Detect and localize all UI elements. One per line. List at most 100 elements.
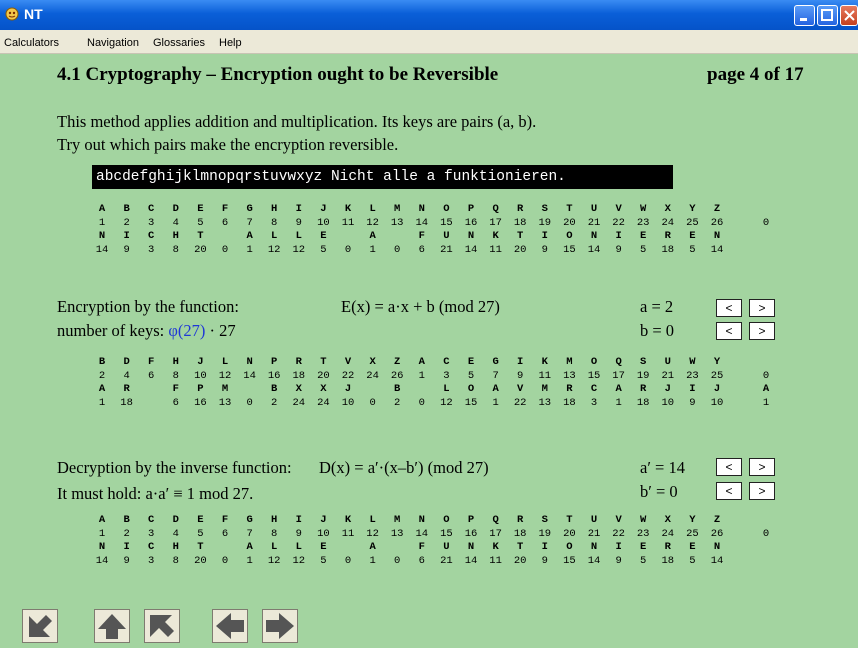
close-button[interactable]: [840, 5, 858, 26]
number-cell: 14: [710, 243, 724, 256]
number-cell: 14: [710, 554, 724, 567]
letter-cell: Y: [713, 356, 721, 368]
letter-cell: B: [123, 514, 130, 526]
letter-cell: M: [541, 383, 548, 395]
number-cell: 24: [661, 527, 675, 540]
number-cell: 5: [689, 554, 696, 567]
letter-cell: B: [98, 356, 106, 368]
nav-start-button[interactable]: [22, 609, 58, 643]
number-cell: 2: [271, 396, 278, 409]
number-cell: 18: [563, 396, 576, 409]
number-cell: 11: [341, 527, 355, 540]
number-cell: 6: [418, 554, 425, 567]
number-cell: 26: [710, 527, 724, 540]
nav-next-button[interactable]: [262, 609, 298, 643]
b-increment-button[interactable]: >: [749, 322, 775, 340]
number-cell: 20: [563, 527, 576, 540]
number-cell: 23: [636, 527, 650, 540]
a-decrement-button[interactable]: <: [716, 299, 742, 317]
number-cell: 9: [541, 554, 548, 567]
number-cell: 18: [513, 216, 527, 229]
number-cell: 11: [489, 554, 502, 567]
number-cell: 5: [197, 527, 204, 540]
number-cell: 1: [98, 216, 106, 229]
number-cell: 8: [172, 369, 179, 382]
menu-calculators[interactable]: Calculators: [4, 37, 59, 49]
letter-cell: R: [517, 514, 524, 526]
menu-glossaries[interactable]: Glossaries: [153, 37, 205, 49]
letter-cell: H: [271, 203, 278, 215]
a-inverse-increment-button[interactable]: >: [749, 458, 775, 476]
letter-cell: N: [467, 541, 475, 553]
letter-cell: O: [566, 541, 573, 553]
number-cell: 9: [123, 554, 130, 567]
number-cell: 15: [440, 216, 453, 229]
letter-cell: Q: [492, 203, 499, 215]
menu-help[interactable]: Help: [219, 37, 242, 49]
number-cell: 0: [344, 243, 352, 256]
letter-cell: A: [762, 383, 770, 395]
number-cell: 5: [197, 216, 204, 229]
letter-cell: P: [467, 203, 475, 215]
b-decrement-button[interactable]: <: [716, 322, 742, 340]
letter-cell: A: [246, 230, 253, 242]
menu-bar: Calculators Navigation Glossaries Help: [0, 30, 858, 54]
number-cell: 17: [489, 527, 502, 540]
letter-cell: J: [344, 383, 352, 395]
letter-cell: M: [221, 383, 229, 395]
nav-previous-button[interactable]: [212, 609, 248, 643]
number-cell: 19: [538, 216, 552, 229]
number-cell: 10: [710, 396, 724, 409]
letter-cell: L: [271, 230, 278, 242]
number-cell: 1: [98, 396, 106, 409]
letter-cell: L: [295, 541, 302, 553]
letter-cell: O: [467, 383, 475, 395]
minimize-button[interactable]: [794, 5, 815, 26]
number-cell: 14: [587, 243, 601, 256]
number-cell: 10: [341, 396, 355, 409]
letter-cell: S: [640, 356, 647, 368]
letter-cell: E: [467, 356, 475, 368]
number-cell: 8: [172, 554, 179, 567]
letter-cell: A: [492, 383, 499, 395]
letter-cell: P: [271, 356, 278, 368]
letter-cell: V: [615, 514, 622, 526]
maximize-button[interactable]: [817, 5, 838, 26]
number-cell: 22: [612, 527, 625, 540]
letter-cell: X: [369, 356, 376, 368]
a-increment-button[interactable]: >: [749, 299, 775, 317]
letter-cell: E: [197, 203, 204, 215]
number-cell: 2: [98, 369, 106, 382]
number-cell: 25: [686, 216, 699, 229]
number-cell: 21: [661, 369, 675, 382]
phi-link[interactable]: φ(27): [168, 321, 205, 340]
key-b-value: b = 0: [640, 321, 675, 340]
letter-cell: I: [615, 541, 622, 553]
window-title: NT: [24, 6, 43, 22]
b-inverse-decrement-button[interactable]: <: [716, 482, 742, 500]
letter-cell: E: [689, 541, 696, 553]
letter-cell: I: [541, 230, 548, 242]
number-cell: 24: [366, 369, 379, 382]
number-cell: 20: [194, 243, 207, 256]
number-cell: 18: [292, 369, 306, 382]
nav-up-button[interactable]: [94, 609, 130, 643]
menu-navigation[interactable]: Navigation: [87, 37, 139, 49]
number-cell: 6: [221, 527, 229, 540]
number-cell: 11: [538, 369, 552, 382]
number-cell: 9: [615, 243, 622, 256]
number-cell: 11: [489, 243, 502, 256]
b-inverse-increment-button[interactable]: >: [749, 482, 775, 500]
number-cell: 3: [148, 554, 155, 567]
nav-up-left-button[interactable]: [144, 609, 180, 643]
letter-cell: I: [541, 541, 548, 553]
a-inverse-decrement-button[interactable]: <: [716, 458, 742, 476]
number-cell: 13: [390, 216, 404, 229]
letter-cell: G: [492, 356, 499, 368]
keys-count: number of keys: φ(27) · 27: [57, 321, 236, 341]
letter-cell: N: [246, 356, 253, 368]
letter-cell: U: [590, 203, 598, 215]
number-cell: 14: [587, 554, 601, 567]
plaintext-input[interactable]: abcdefghijklmnopqrstuvwxyz Nicht alle a …: [92, 165, 673, 189]
number-cell: 14: [415, 216, 429, 229]
